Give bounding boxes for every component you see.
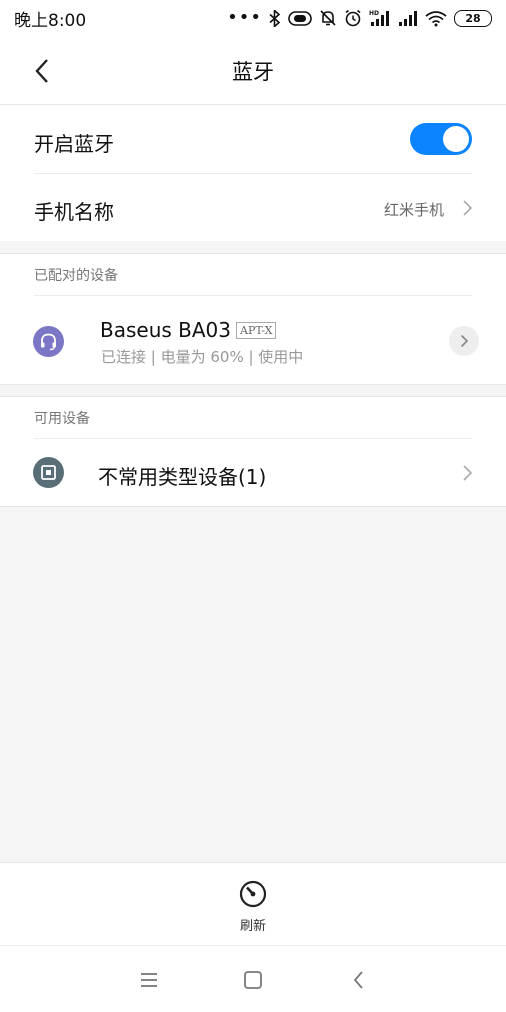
paired-device-row[interactable]: Baseus BA03 APT-X 已连接 | 电量为 60% | 使用中 [0,296,506,384]
toggle-knob [443,126,469,152]
device-group-icon [33,457,64,488]
available-section-header: 可用设备 [0,396,506,439]
home-icon[interactable] [241,968,265,992]
bluetooth-icon [269,9,281,27]
phone-name-label: 手机名称 [34,200,114,224]
wifi-icon [425,10,447,26]
status-icons: ••• HD 28 [227,9,492,27]
battery-icon: 28 [454,9,492,27]
refresh-bar[interactable]: 刷新 [0,862,506,945]
navigation-bar [0,945,506,1012]
back-icon[interactable] [347,968,371,992]
available-device-name: 不常用类型设备(1) [98,465,267,489]
refresh-label: 刷新 [239,919,266,934]
codec-badge: APT-X [236,322,277,339]
chevron-right-icon [463,465,473,481]
signal-hd-icon: HD [369,10,389,26]
headset-icon [33,326,64,357]
paired-device-name: Baseus BA03 APT-X [100,318,277,342]
phone-name-row[interactable]: 手机名称 红米手机 [0,174,506,241]
more-notifications-icon: ••• [227,7,262,28]
phone-name-value: 红米手机 [383,201,444,219]
bluetooth-toggle[interactable] [410,123,472,155]
title-bar: 蓝牙 [0,36,506,104]
bluetooth-label: 开启蓝牙 [34,132,114,156]
svg-text:HD: HD [369,10,379,17]
refresh-icon[interactable] [238,879,268,909]
headset-status-icon [288,10,312,26]
status-bar: 晚上8:00 ••• HD 28 [0,0,506,36]
available-device-row[interactable]: 不常用类型设备(1) [0,439,506,506]
chevron-right-icon [463,200,473,216]
device-details-button[interactable] [449,326,479,356]
signal-icon [399,11,417,26]
available-section-label: 可用设备 [34,411,90,427]
menu-icon[interactable] [137,968,161,992]
paired-section-label: 已配对的设备 [34,268,118,284]
status-time: 晚上8:00 [14,10,87,31]
page-title: 蓝牙 [232,60,274,84]
chevron-right-icon [460,334,469,348]
paired-section-header: 已配对的设备 [0,253,506,296]
paired-device-status: 已连接 | 电量为 60% | 使用中 [101,348,304,366]
alarm-icon [345,9,361,27]
mute-icon [320,10,336,26]
